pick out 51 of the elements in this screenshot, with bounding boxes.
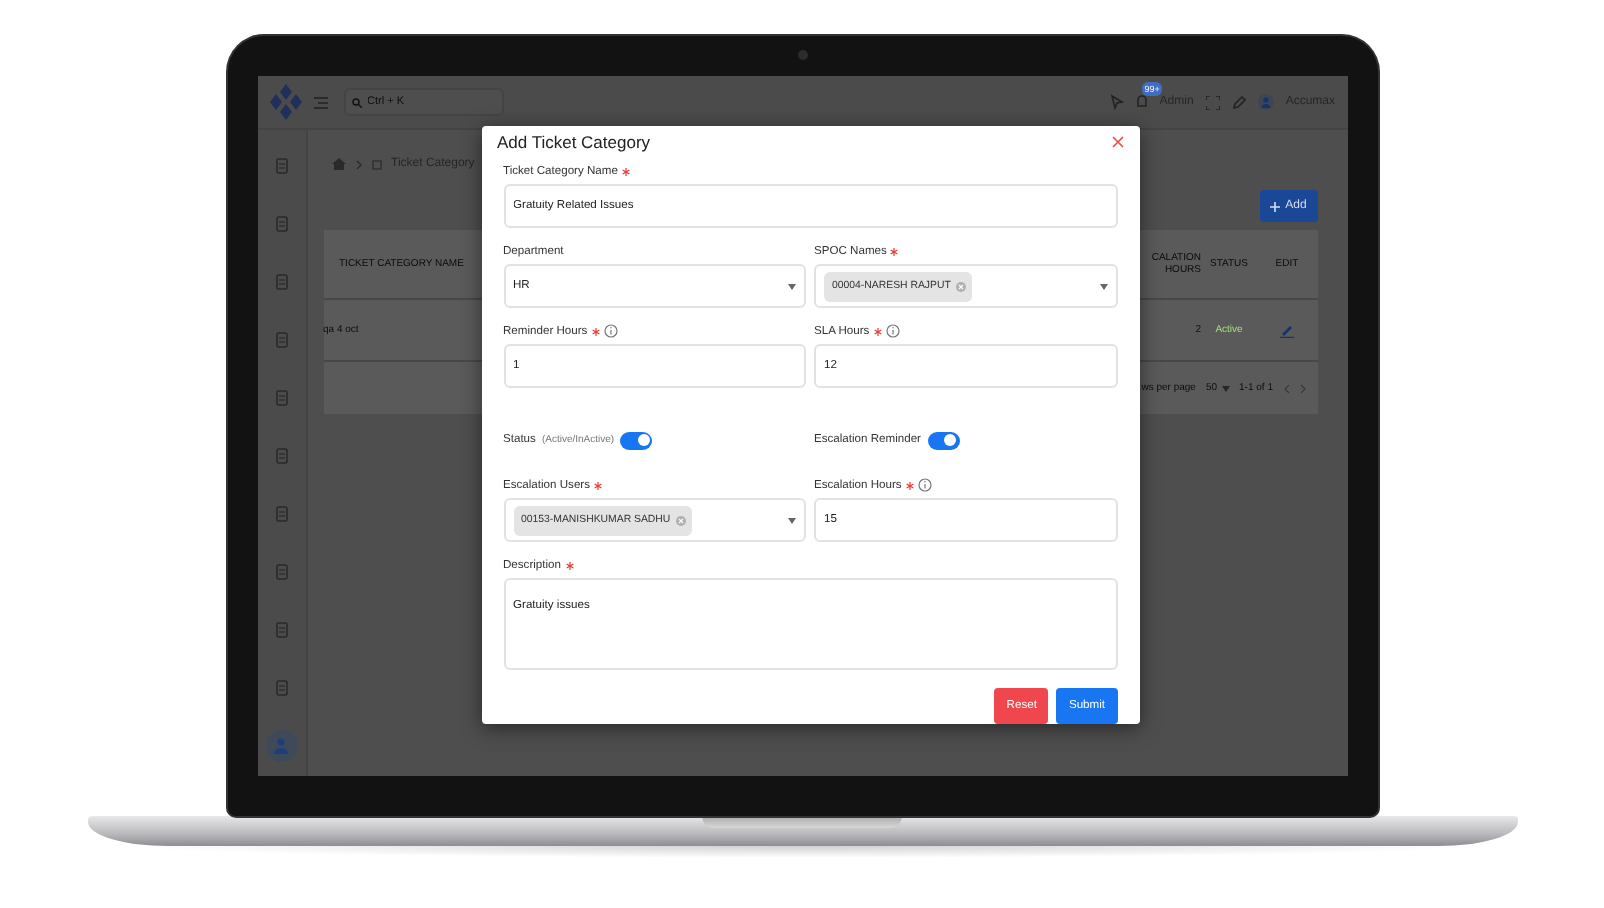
pencil-icon <box>1280 323 1294 337</box>
required-asterisk-icon <box>621 167 630 175</box>
caret-icon <box>788 517 796 523</box>
menu-icon <box>313 95 327 109</box>
required-asterisk-icon <box>905 481 914 489</box>
caret-icon <box>1099 283 1107 289</box>
document-icon <box>275 332 287 348</box>
search-icon <box>351 97 361 107</box>
required-asterisk-icon <box>591 327 600 335</box>
pen-icon <box>1231 95 1246 109</box>
toggle-switch[interactable] <box>927 431 959 449</box>
toggle-switch[interactable] <box>620 431 653 449</box>
document-icon <box>275 564 287 580</box>
caret-icon <box>788 283 796 289</box>
cursor-icon <box>1109 94 1124 110</box>
info-icon <box>917 478 932 492</box>
menu-button[interactable] <box>313 95 327 109</box>
document-icon <box>275 390 287 406</box>
document-icon <box>275 274 287 290</box>
document-icon <box>275 216 287 232</box>
logo-icon <box>269 84 301 120</box>
remove-chip-icon <box>956 281 967 291</box>
plus-icon <box>1269 201 1280 211</box>
required-asterisk-icon <box>873 327 882 335</box>
edit-button[interactable] <box>1280 323 1294 337</box>
caret-icon <box>1221 385 1230 391</box>
user-icon <box>1257 94 1274 110</box>
required-asterisk-icon <box>565 561 573 569</box>
user-icon <box>274 738 288 754</box>
square-icon <box>371 159 381 169</box>
document-icon <box>275 622 287 638</box>
info-icon <box>603 324 618 338</box>
document-icon <box>275 448 287 464</box>
chevron-left-icon <box>1283 383 1289 393</box>
close-button[interactable] <box>1111 136 1123 148</box>
dialog-title: Add Ticket Category <box>497 132 651 152</box>
document-icon <box>275 158 287 174</box>
expand-icon <box>1205 95 1220 109</box>
sidebar-item[interactable] <box>265 730 297 762</box>
bell-icon <box>1135 94 1148 110</box>
required-asterisk-icon <box>594 481 602 489</box>
chevron-right-icon <box>1299 383 1305 393</box>
camera-dot <box>798 50 808 60</box>
info-icon <box>885 324 900 338</box>
close-icon <box>1111 136 1123 148</box>
document-icon <box>275 506 287 522</box>
required-asterisk-icon <box>890 247 899 255</box>
remove-chip-icon <box>676 515 687 525</box>
home-icon <box>331 158 345 170</box>
chevron-icon <box>355 159 361 169</box>
document-icon <box>275 680 287 696</box>
